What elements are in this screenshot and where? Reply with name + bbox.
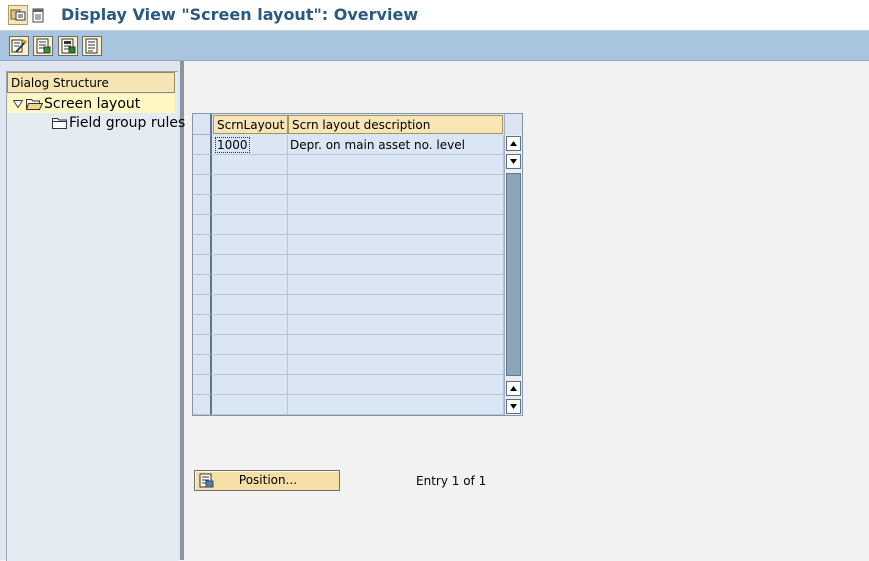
row-selector[interactable] — [193, 355, 212, 375]
cell-scrnlayout[interactable]: 1000 — [213, 135, 288, 155]
cell-description[interactable] — [288, 335, 504, 355]
cell-description[interactable] — [288, 215, 504, 235]
application-toolbar — [0, 31, 869, 61]
folder-icon — [52, 116, 67, 129]
position-button-label: Position... — [238, 473, 298, 487]
expand-triangle-icon[interactable] — [13, 99, 25, 108]
row-selector[interactable] — [193, 155, 212, 175]
row-selector[interactable] — [193, 335, 212, 355]
document-icon[interactable] — [30, 5, 46, 25]
page-up-button[interactable] — [506, 381, 521, 396]
cell-description[interactable] — [288, 315, 504, 335]
cell-description[interactable] — [288, 295, 504, 315]
title-bar: Display View "Screen layout": Overview — [0, 0, 869, 31]
cell-scrnlayout[interactable] — [213, 335, 288, 355]
tree-item-screen-layout[interactable]: Screen layout — [8, 94, 175, 113]
column-header-scrnlayout[interactable]: ScrnLayout — [213, 115, 288, 134]
cell-scrnlayout[interactable] — [213, 275, 288, 295]
row-selector[interactable] — [193, 315, 212, 335]
cell-description[interactable] — [288, 195, 504, 215]
vertical-scrollbar[interactable] — [504, 135, 522, 415]
cell-description[interactable] — [288, 155, 504, 175]
display-change-icon[interactable] — [9, 36, 29, 56]
cell-scrnlayout[interactable] — [213, 235, 288, 255]
page-down-button[interactable] — [506, 399, 521, 414]
dialog-structure-tree: Dialog Structure Screen layout Field gro — [6, 71, 185, 561]
cell-description[interactable]: Depr. on main asset no. level — [288, 135, 504, 155]
cell-scrnlayout[interactable] — [213, 355, 288, 375]
cell-scrnlayout[interactable] — [213, 315, 288, 335]
row-selector[interactable] — [193, 295, 212, 315]
cell-description[interactable] — [288, 255, 504, 275]
print-icon[interactable] — [82, 36, 102, 56]
cell-scrnlayout[interactable] — [213, 155, 288, 175]
page-title: Display View "Screen layout": Overview — [61, 5, 419, 24]
cell-scrnlayout[interactable] — [213, 295, 288, 315]
row-selector[interactable] — [193, 375, 212, 395]
dialog-structure-header: Dialog Structure — [7, 72, 175, 93]
cell-description[interactable] — [288, 175, 504, 195]
row-selector[interactable] — [193, 235, 212, 255]
title-icons — [8, 5, 46, 25]
scroll-thumb[interactable] — [506, 173, 521, 376]
table-control: ScrnLayout Scrn layout description 1000 D… — [192, 113, 523, 416]
cell-scrnlayout[interactable] — [213, 375, 288, 395]
row-selector[interactable] — [193, 215, 212, 235]
tree-item-field-group-rules[interactable]: Field group rules — [8, 113, 185, 132]
cell-scrnlayout[interactable] — [213, 195, 288, 215]
select-all-rows-button[interactable] — [193, 114, 212, 135]
folder-open-icon — [26, 97, 43, 110]
cell-text: Depr. on main asset no. level — [290, 138, 465, 152]
cell-description[interactable] — [288, 395, 504, 415]
position-button[interactable]: Position... — [194, 470, 340, 491]
row-selector[interactable] — [193, 275, 212, 295]
row-selector[interactable] — [193, 395, 212, 415]
column-settings-corner[interactable] — [504, 114, 522, 135]
row-selector[interactable] — [193, 175, 212, 195]
cell-scrnlayout[interactable] — [213, 175, 288, 195]
cell-description[interactable] — [288, 375, 504, 395]
dialog-structure-pane: Dialog Structure Screen layout Field gro — [0, 61, 185, 561]
cell-scrnlayout[interactable] — [213, 215, 288, 235]
cell-scrnlayout[interactable] — [213, 255, 288, 275]
column-header-description[interactable]: Scrn layout description — [288, 115, 503, 134]
system-menu-icon[interactable] — [8, 5, 28, 25]
row-selector[interactable] — [193, 195, 212, 215]
scroll-up-button[interactable] — [506, 136, 521, 151]
cell-description[interactable] — [288, 355, 504, 375]
entry-count-status: Entry 1 of 1 — [416, 474, 487, 488]
row-selector[interactable] — [193, 135, 212, 155]
tree-item-label: Screen layout — [44, 95, 141, 112]
row-selector[interactable] — [193, 255, 212, 275]
cell-description[interactable] — [288, 275, 504, 295]
select-all-icon[interactable] — [58, 36, 78, 56]
cell-description[interactable] — [288, 235, 504, 255]
tree-item-label: Field group rules — [69, 114, 186, 131]
details-icon[interactable] — [33, 36, 53, 56]
cell-text: 1000 — [215, 137, 250, 153]
scroll-down-button[interactable] — [506, 154, 521, 169]
cell-scrnlayout[interactable] — [213, 395, 288, 415]
